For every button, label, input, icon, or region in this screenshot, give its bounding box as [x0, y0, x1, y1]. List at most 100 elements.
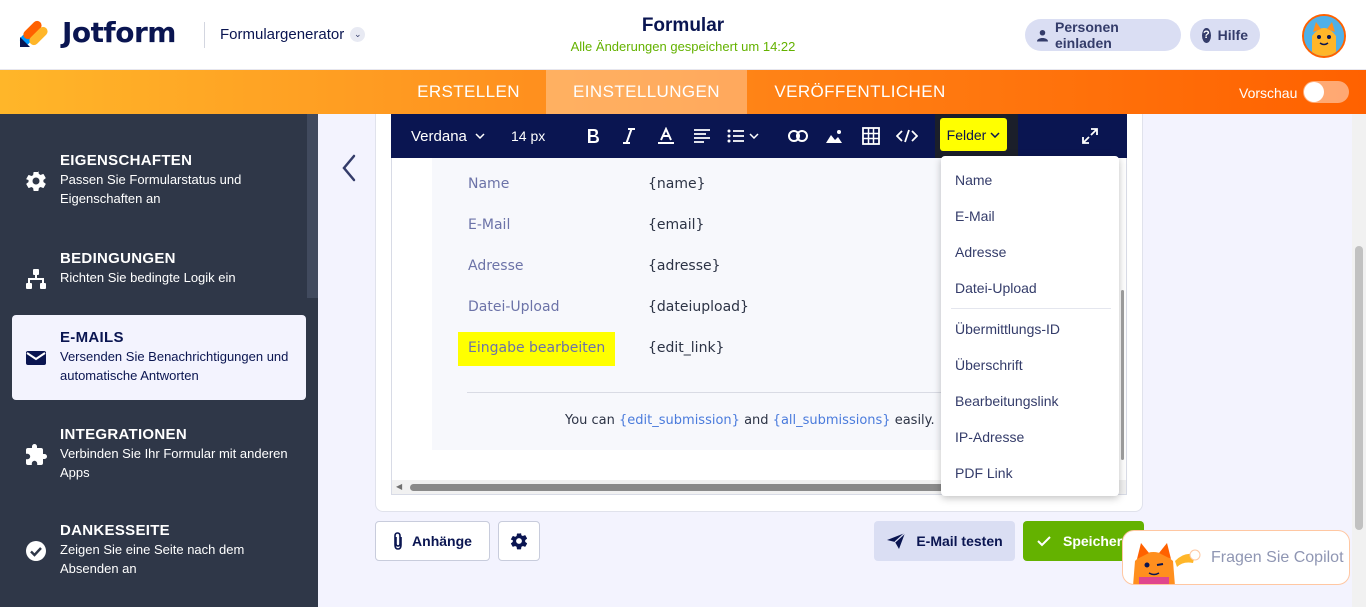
sidebar-item-desc: Verbinden Sie Ihr Formular mit anderen A… [60, 446, 288, 480]
footer-prefix: You can [565, 413, 620, 428]
bold-icon [588, 129, 599, 143]
back-arrow-icon[interactable] [338, 152, 362, 184]
chevron-down-icon: ⌄ [350, 27, 366, 42]
invite-label: Personen einladen [1054, 19, 1119, 51]
tab-settings[interactable]: EINSTELLUNGEN [546, 70, 747, 114]
sidebar-scrollbar[interactable] [307, 114, 318, 298]
sidebar-item-emails[interactable]: E-MAILS Versenden Sie Benachrichtigungen… [12, 315, 306, 400]
italic-button[interactable] [622, 126, 636, 146]
fields-button[interactable]: Felder [940, 118, 1007, 151]
fullscreen-button[interactable] [1081, 126, 1099, 146]
text-color-icon [658, 127, 674, 144]
fields-button-label: Felder [946, 126, 987, 143]
source-code-button[interactable] [896, 126, 918, 146]
sidebar-item-thankyou[interactable]: DANKESSEITE Zeigen Sie eine Seite nach d… [12, 508, 306, 593]
top-header: Jotform Formulargenerator ⌄ Formular All… [0, 0, 1366, 70]
row-value-email: {email} [648, 217, 705, 233]
scrollbar-thumb[interactable] [410, 484, 970, 491]
font-family-select[interactable]: Verdana [411, 126, 485, 146]
row-value-edit: {edit_link} [648, 340, 725, 356]
sidebar-item-title: DANKESSEITE [60, 522, 170, 539]
page-scrollbar-thumb[interactable] [1355, 246, 1363, 530]
sidebar-item-desc: Passen Sie Formularstatus und Eigenschaf… [60, 172, 242, 206]
image-button[interactable] [825, 126, 843, 146]
envelope-icon [26, 350, 46, 365]
jotform-logo-icon [18, 17, 50, 49]
field-option[interactable]: Übermittlungs-ID [955, 321, 1060, 337]
footer-text: You can {edit_submission} and {all_submi… [565, 413, 935, 428]
sidebar-item-desc: Richten Sie bedingte Logik ein [60, 270, 236, 285]
edit-submission-tag: {edit_submission} [619, 413, 740, 428]
invite-people-button[interactable]: Personen einladen [1025, 19, 1181, 51]
field-option[interactable]: Adresse [955, 244, 1006, 260]
align-button[interactable] [693, 126, 711, 146]
sidebar-item-title: INTEGRATIONEN [60, 426, 187, 443]
tab-create[interactable]: ERSTELLEN [400, 70, 537, 114]
help-button[interactable]: ? Hilfe [1190, 19, 1260, 51]
field-option[interactable]: Überschrift [955, 357, 1023, 373]
copilot-widget[interactable]: Fragen Sie Copilot [1122, 530, 1350, 585]
row-label-upload: Datei-Upload [468, 299, 560, 315]
copilot-placeholder: Fragen Sie Copilot [1211, 549, 1344, 566]
builder-nav: ERSTELLEN EINSTELLUNGEN VERÖFFENTLICHEN … [0, 70, 1366, 114]
question-icon: ? [1202, 27, 1211, 43]
row-label-edit: Eingabe bearbeiten [468, 340, 606, 356]
table-button[interactable] [862, 126, 880, 146]
field-option[interactable]: E-Mail [955, 208, 995, 224]
field-option[interactable]: Name [955, 172, 992, 188]
gear-icon [510, 533, 528, 550]
email-settings-button[interactable] [498, 521, 540, 561]
font-family-value: Verdana [411, 127, 467, 145]
sidebar-item-conditions[interactable]: BEDINGUNGEN Richten Sie bedingte Logik e… [12, 236, 306, 321]
check-icon [1037, 536, 1051, 547]
sidebar-item-desc: Versenden Sie Benachrichtigungen und aut… [60, 349, 289, 383]
test-email-button[interactable]: E-Mail testen [874, 521, 1015, 561]
toggle-knob [1304, 82, 1324, 102]
paper-plane-icon [887, 532, 906, 549]
bold-button[interactable] [585, 126, 601, 146]
builder-label: Formulargenerator [220, 26, 345, 43]
preview-toggle[interactable] [1303, 81, 1349, 103]
copilot-mascot-icon [1133, 543, 1201, 584]
scroll-left-icon[interactable]: ◀ [396, 482, 402, 491]
align-icon [694, 129, 710, 143]
table-icon [862, 127, 880, 145]
attachments-button[interactable]: Anhänge [375, 521, 490, 561]
jotform-logo[interactable]: Jotform [18, 16, 176, 49]
text-color-button[interactable] [657, 126, 675, 146]
body-divider [467, 392, 967, 393]
sidebar-item-integrations[interactable]: INTEGRATIONEN Verbinden Sie Ihr Formular… [12, 412, 306, 497]
user-icon [1037, 29, 1048, 41]
font-size-select[interactable]: 14 px [511, 126, 545, 146]
footer-suffix: easily. [890, 413, 935, 428]
code-icon [896, 129, 918, 143]
builder-dropdown[interactable]: Formulargenerator ⌄ [220, 26, 366, 43]
sidebar-item-properties[interactable]: EIGENSCHAFTEN Passen Sie Formularstatus … [12, 138, 306, 223]
paperclip-icon [394, 532, 402, 550]
avatar[interactable] [1302, 14, 1346, 58]
sidebar-item-title: BEDINGUNGEN [60, 250, 176, 267]
row-value-name: {name} [648, 176, 706, 192]
header-divider [204, 22, 205, 48]
all-submissions-tag: {all_submissions} [772, 413, 891, 428]
chevron-down-icon [990, 131, 1000, 138]
fields-dropdown: Name E-Mail Adresse Datei-Upload Übermit… [941, 156, 1119, 496]
field-option[interactable]: PDF Link [955, 465, 1013, 481]
dropdown-separator [951, 308, 1111, 309]
font-size-value: 14 px [511, 128, 546, 144]
sidebar-item-desc: Zeigen Sie eine Seite nach dem Absenden … [60, 542, 245, 576]
save-label: Speichern [1063, 533, 1131, 549]
row-label-email: E-Mail [468, 217, 511, 233]
link-button[interactable] [788, 126, 808, 146]
sidebar-item-title: E-MAILS [60, 329, 124, 346]
list-icon [727, 129, 744, 143]
field-option[interactable]: Datei-Upload [955, 280, 1037, 296]
preview-label: Vorschau [1239, 85, 1298, 101]
list-button[interactable] [727, 126, 759, 146]
sidebar-item-title: EIGENSCHAFTEN [60, 152, 193, 169]
row-label-address: Adresse [468, 258, 524, 274]
field-option[interactable]: IP-Adresse [955, 429, 1024, 445]
tab-publish[interactable]: VERÖFFENTLICHEN [757, 70, 963, 114]
field-option[interactable]: Bearbeitungslink [955, 393, 1059, 409]
dropdown-scrollbar[interactable] [1121, 290, 1124, 460]
